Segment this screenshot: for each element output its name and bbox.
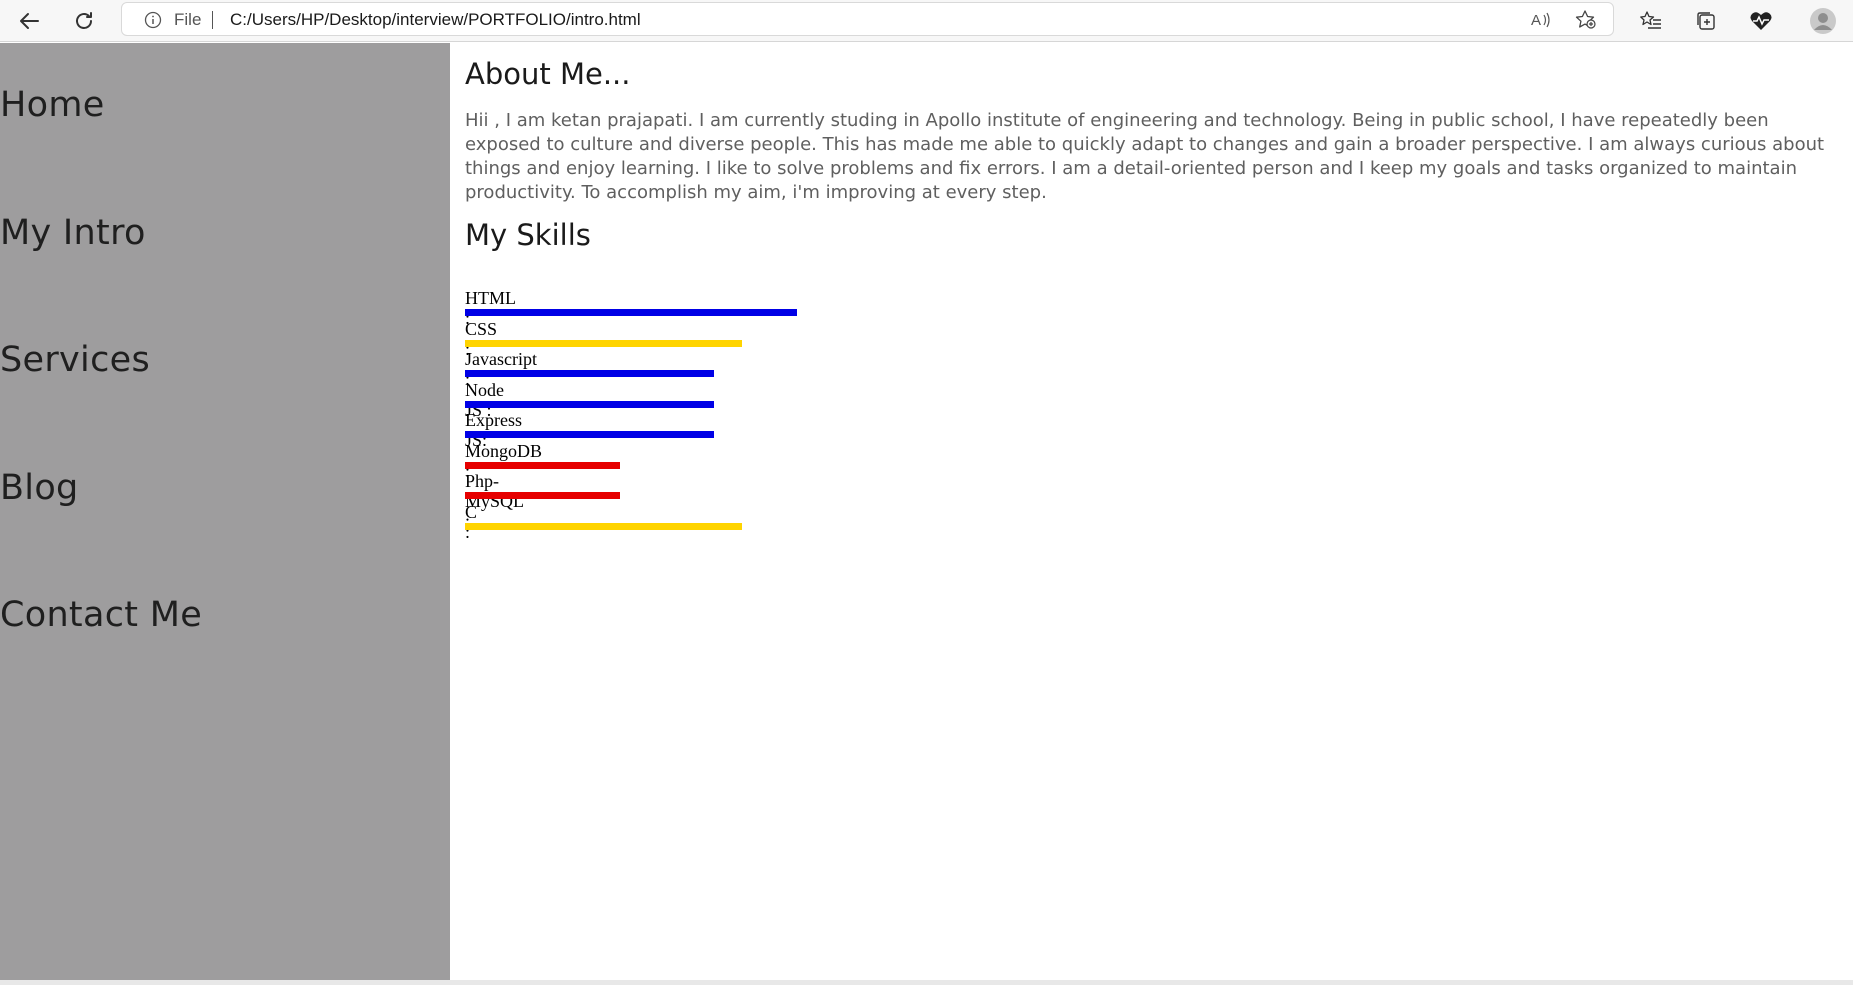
address-bar[interactable]: File C:/Users/HP/Desktop/interview/PORTF…: [121, 2, 1614, 36]
read-aloud-icon[interactable]: A: [1530, 10, 1552, 30]
address-separator: [212, 11, 213, 29]
skill-bar: [465, 522, 742, 530]
favorites-icon[interactable]: [1634, 4, 1668, 38]
skill-bar: [465, 309, 797, 316]
skill-bar: [465, 461, 620, 469]
sidebar-item-home[interactable]: Home: [0, 85, 105, 125]
address-url[interactable]: C:/Users/HP/Desktop/interview/PORTFOLIO/…: [230, 11, 641, 29]
sidebar-item-services[interactable]: Services: [0, 340, 150, 380]
about-heading: About Me...: [465, 57, 631, 91]
svg-text:A: A: [1531, 12, 1541, 29]
about-text: Hii , I am ketan prajapati. I am current…: [465, 110, 1825, 203]
refresh-icon[interactable]: [67, 4, 101, 38]
sidebar-item-contact-me[interactable]: Contact Me: [0, 595, 202, 635]
skill-bar: [465, 431, 714, 438]
back-arrow-icon[interactable]: [12, 4, 46, 38]
skill-bar: [465, 370, 714, 377]
add-favorite-icon[interactable]: [1575, 10, 1597, 30]
browser-toolbar: File C:/Users/HP/Desktop/interview/PORTF…: [0, 0, 1853, 42]
skills-heading: My Skills: [465, 218, 591, 252]
health-icon[interactable]: [1744, 4, 1778, 38]
skill-bar: [465, 400, 714, 408]
skill-label: C :: [465, 501, 478, 542]
sidebar-item-my-intro[interactable]: My Intro: [0, 213, 146, 253]
info-icon[interactable]: [144, 11, 162, 29]
skill-bar: [465, 339, 742, 347]
bottom-scroll-strip: [0, 980, 1853, 985]
collections-icon[interactable]: [1689, 4, 1723, 38]
sidebar: Home My Intro Services Blog Contact Me: [0, 43, 450, 985]
address-prefix: File: [174, 10, 202, 29]
sidebar-item-blog[interactable]: Blog: [0, 468, 79, 508]
skill-bar: [465, 492, 620, 499]
profile-icon[interactable]: [1806, 4, 1840, 38]
